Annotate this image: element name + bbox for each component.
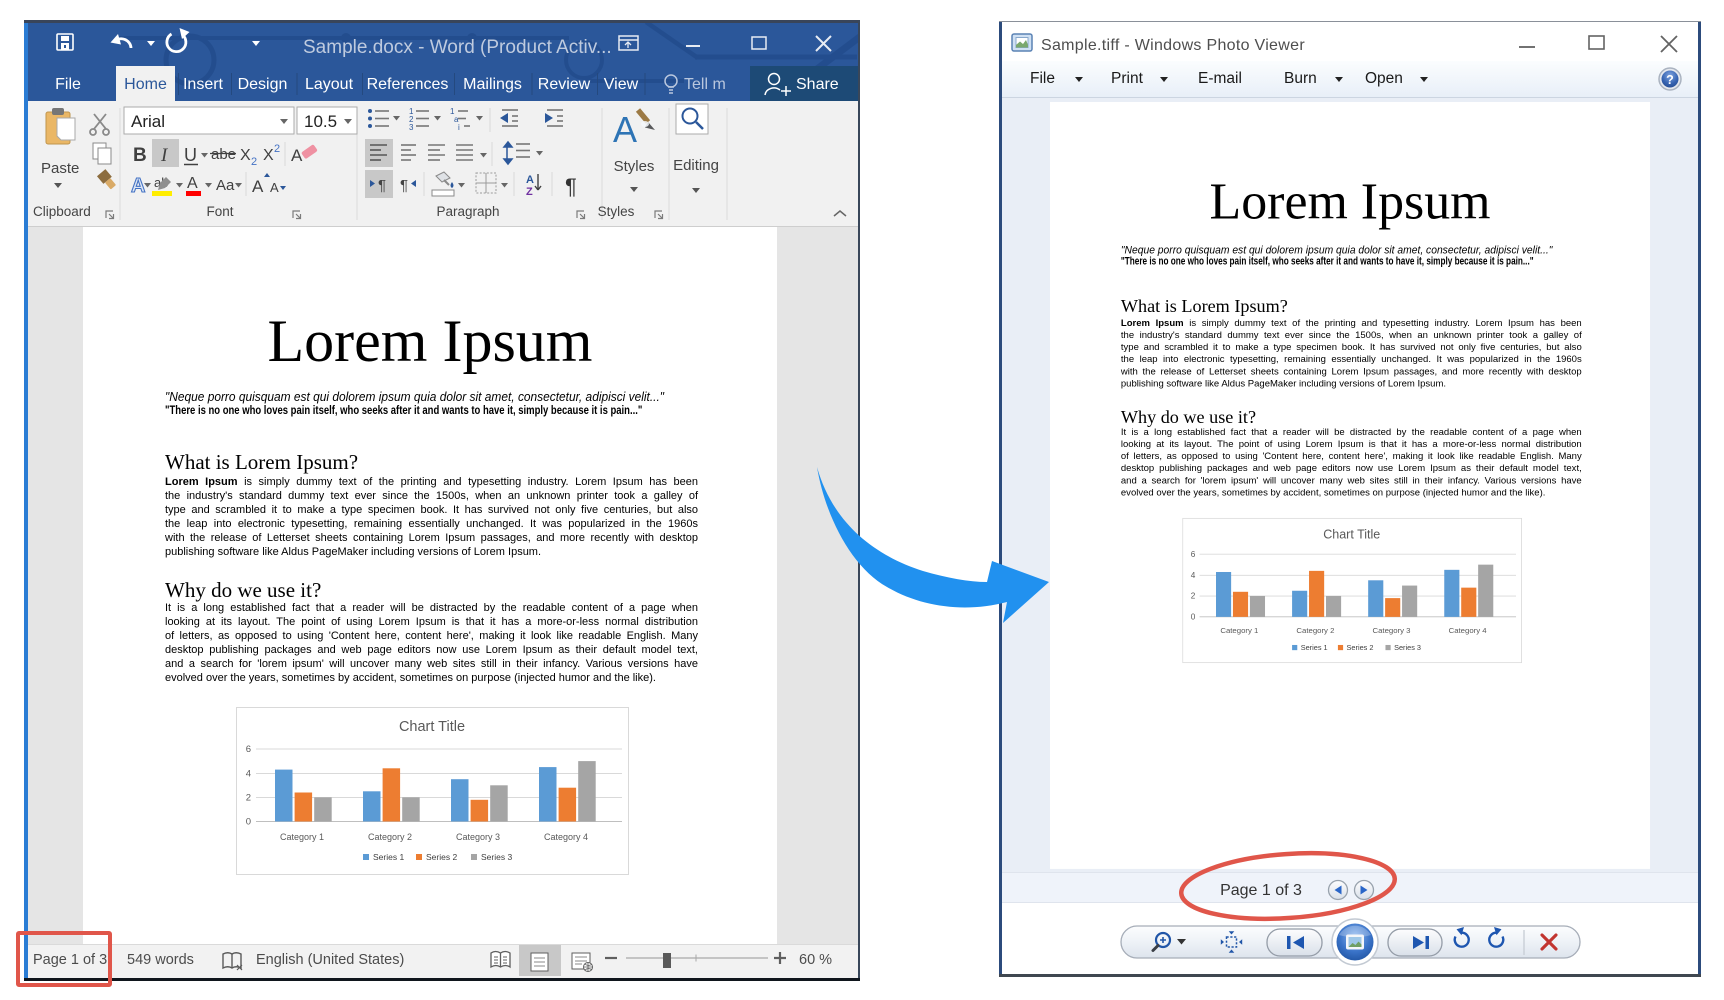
svg-text:Insert: Insert	[183, 76, 224, 93]
svg-text:Aa: Aa	[216, 177, 235, 194]
svg-text:A: A	[526, 174, 534, 186]
svg-text:A: A	[270, 180, 279, 195]
svg-text:549 words: 549 words	[127, 952, 194, 968]
svg-text:¶: ¶	[400, 177, 408, 194]
svg-text:?: ?	[1666, 73, 1674, 87]
svg-text:A: A	[252, 177, 264, 196]
svg-text:English (United States): English (United States)	[256, 952, 404, 968]
svg-text:¶: ¶	[378, 177, 386, 194]
svg-text:A: A	[131, 175, 145, 197]
svg-text:View: View	[604, 76, 639, 93]
svg-text:Editing: Editing	[673, 157, 719, 174]
svg-text:Styles: Styles	[598, 204, 635, 219]
svg-text:2: 2	[251, 156, 257, 168]
svg-text:Design: Design	[238, 76, 288, 93]
svg-text:¶: ¶	[565, 174, 577, 199]
svg-text:Sample.docx - Word (Product Ac: Sample.docx - Word (Product Activ...	[303, 37, 612, 58]
svg-text:Styles: Styles	[614, 158, 655, 175]
svg-text:Font: Font	[206, 204, 233, 219]
svg-text:Mailings: Mailings	[463, 76, 522, 93]
svg-text:X: X	[263, 147, 274, 164]
svg-text:Tell m: Tell m	[684, 76, 726, 93]
svg-text:X: X	[240, 147, 251, 164]
svg-text:Sample.tiff - Windows Photo Vi: Sample.tiff - Windows Photo Viewer	[1041, 37, 1305, 54]
svg-text:Z: Z	[526, 186, 533, 198]
svg-text:A: A	[187, 175, 198, 192]
svg-text:Clipboard: Clipboard	[33, 204, 91, 219]
svg-text:Layout: Layout	[305, 76, 354, 93]
svg-text:File: File	[55, 76, 81, 93]
svg-text:Paragraph: Paragraph	[436, 204, 499, 219]
svg-text:3: 3	[409, 123, 414, 132]
svg-text:abe: abe	[211, 146, 236, 163]
svg-text:Paste: Paste	[41, 160, 79, 177]
svg-text:B: B	[133, 145, 147, 166]
svg-text:10.5: 10.5	[304, 112, 337, 131]
svg-text:U: U	[184, 145, 197, 165]
svg-text:Home: Home	[124, 76, 167, 93]
svg-text:A: A	[291, 146, 303, 165]
svg-text:Share: Share	[796, 76, 839, 93]
svg-text:References: References	[367, 76, 449, 93]
svg-text:60 %: 60 %	[799, 952, 832, 968]
svg-text:2: 2	[274, 143, 280, 155]
svg-text:i: i	[458, 123, 460, 132]
svg-text:Review: Review	[538, 76, 591, 93]
svg-text:A: A	[613, 109, 637, 150]
svg-text:Arial: Arial	[131, 112, 165, 131]
